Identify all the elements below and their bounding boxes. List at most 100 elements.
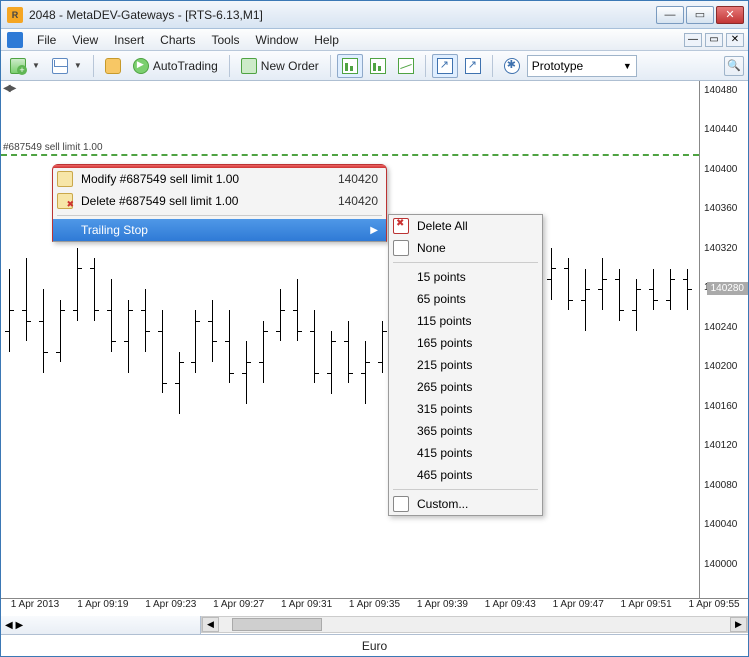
price-bar — [585, 269, 586, 332]
price-tick: 140120 — [700, 440, 748, 479]
candle-chart-button[interactable] — [365, 54, 391, 78]
ctx-trailing-points[interactable]: 415 points — [389, 442, 542, 464]
candle-chart-icon — [370, 58, 386, 74]
shift-chart-button[interactable] — [432, 54, 458, 78]
ctx-trailing-points[interactable]: 465 points — [389, 464, 542, 486]
price-bar — [636, 279, 637, 331]
hscroll-thumb[interactable] — [232, 618, 322, 631]
menu-file[interactable]: File — [29, 31, 64, 49]
order-line[interactable] — [1, 154, 699, 156]
menu-view[interactable]: View — [64, 31, 106, 49]
ctx-trailing-custom[interactable]: Custom... — [389, 493, 542, 515]
price-bar — [331, 331, 332, 394]
new-order-label: New Order — [261, 59, 319, 73]
ctx-trailing-points[interactable]: 165 points — [389, 332, 542, 354]
mdi-buttons: — ▭ ✕ — [681, 33, 744, 47]
price-bar — [9, 269, 10, 352]
toolbar-separator — [229, 55, 230, 77]
status-help-hint: Euro — [1, 639, 748, 653]
ctx-custom-label: Custom... — [417, 497, 468, 511]
delete-all-icon — [393, 218, 409, 234]
ctx-delete-order[interactable]: Delete #687549 sell limit 1.00 140420 — [53, 190, 386, 212]
ctx-trailing-points[interactable]: 215 points — [389, 354, 542, 376]
toolbar-search-button[interactable]: 🔍 — [724, 56, 744, 76]
indicators-button[interactable] — [499, 54, 525, 78]
price-bar — [94, 258, 95, 321]
custom-icon — [393, 496, 409, 512]
menu-charts[interactable]: Charts — [152, 31, 203, 49]
time-tick: 1 Apr 09:39 — [408, 599, 476, 616]
mdi-close-button[interactable]: ✕ — [726, 33, 744, 47]
ctx-separator — [393, 489, 538, 490]
ctx-trailing-stop[interactable]: Trailing Stop ▶ — [53, 219, 386, 241]
ctx-separator — [57, 215, 382, 216]
new-chart-button[interactable]: ▼ — [5, 54, 45, 78]
app-icon: R — [7, 7, 23, 23]
ctx-trailing-none[interactable]: None — [389, 237, 542, 259]
price-bar — [60, 300, 61, 363]
toolbar-separator — [330, 55, 331, 77]
price-tick: 140160 — [700, 401, 748, 440]
ctx-trailing-label: Trailing Stop — [81, 223, 148, 237]
price-bar — [653, 269, 654, 311]
menu-insert[interactable]: Insert — [106, 31, 152, 49]
price-bar — [111, 279, 112, 352]
ctx-trailing-points[interactable]: 115 points — [389, 310, 542, 332]
horizontal-scrollbar[interactable]: ◀ ▶ — [201, 616, 748, 633]
price-tick: 140200 — [700, 361, 748, 400]
new-order-icon — [241, 58, 257, 74]
toolbar-separator — [93, 55, 94, 77]
templates-dropdown[interactable]: Prototype▼ — [527, 55, 637, 77]
market-button[interactable] — [100, 54, 126, 78]
hscroll-right-arrow[interactable]: ▶ — [730, 617, 747, 632]
ctx-modify-order[interactable]: Modify #687549 sell limit 1.00 140420 — [53, 168, 386, 190]
ctx-trailing-points[interactable]: 15 points — [389, 266, 542, 288]
ctx-separator — [393, 262, 538, 263]
price-tick: 140000 — [700, 559, 748, 598]
menu-tools[interactable]: Tools — [204, 31, 248, 49]
ctx-trailing-points[interactable]: 315 points — [389, 398, 542, 420]
ctx-trailing-points[interactable]: 65 points — [389, 288, 542, 310]
price-tick: 140440 — [700, 124, 748, 163]
price-axis: 1404801404401404001403601403201402801402… — [700, 81, 748, 598]
tab-area[interactable]: ◀ ▶ — [1, 616, 201, 634]
profiles-button[interactable]: ▼ — [47, 54, 87, 78]
ctx-modify-value: 140420 — [338, 172, 378, 186]
new-order-button[interactable]: New Order — [236, 54, 324, 78]
time-tick: 1 Apr 09:31 — [273, 599, 341, 616]
chart-area: ◀▶ #687549 sell limit 1.00 1404801404401… — [1, 81, 748, 598]
ctx-none-label: None — [417, 241, 446, 255]
menu-window[interactable]: Window — [248, 31, 307, 49]
price-bar — [687, 269, 688, 311]
delete-icon — [57, 193, 73, 209]
ctx-trailing-points[interactable]: 365 points — [389, 420, 542, 442]
price-tick: 140480 — [700, 85, 748, 124]
price-bar — [212, 300, 213, 363]
price-tick: 140240 — [700, 322, 748, 361]
chart-canvas[interactable]: ◀▶ #687549 sell limit 1.00 — [1, 81, 700, 598]
price-bar — [43, 289, 44, 372]
maximize-button[interactable]: ▭ — [686, 6, 714, 24]
minimize-button[interactable]: — — [656, 6, 684, 24]
bar-chart-button[interactable] — [337, 54, 363, 78]
price-bar — [246, 341, 247, 404]
close-button[interactable]: ✕ — [716, 6, 744, 24]
mdi-restore-button[interactable]: ▭ — [705, 33, 723, 47]
profiles-icon — [52, 58, 68, 74]
autoscroll-button[interactable] — [460, 54, 486, 78]
toolbar-separator — [425, 55, 426, 77]
ctx-trailing-points[interactable]: 265 points — [389, 376, 542, 398]
autotrading-button[interactable]: AutoTrading — [128, 54, 223, 78]
hscroll-left-arrow[interactable]: ◀ — [202, 617, 219, 632]
ctx-trailing-delete-all[interactable]: Delete All — [389, 215, 542, 237]
autoscroll-icon — [465, 58, 481, 74]
line-chart-button[interactable] — [393, 54, 419, 78]
price-bar — [670, 269, 671, 311]
menu-help[interactable]: Help — [306, 31, 347, 49]
price-bar — [162, 310, 163, 393]
price-bar — [77, 248, 78, 321]
chart-nav-arrows[interactable]: ◀▶ — [3, 83, 14, 94]
mdi-minimize-button[interactable]: — — [684, 33, 702, 47]
price-tick: 140360 — [700, 203, 748, 242]
ctx-delete-label: Delete #687549 sell limit 1.00 — [81, 194, 238, 208]
